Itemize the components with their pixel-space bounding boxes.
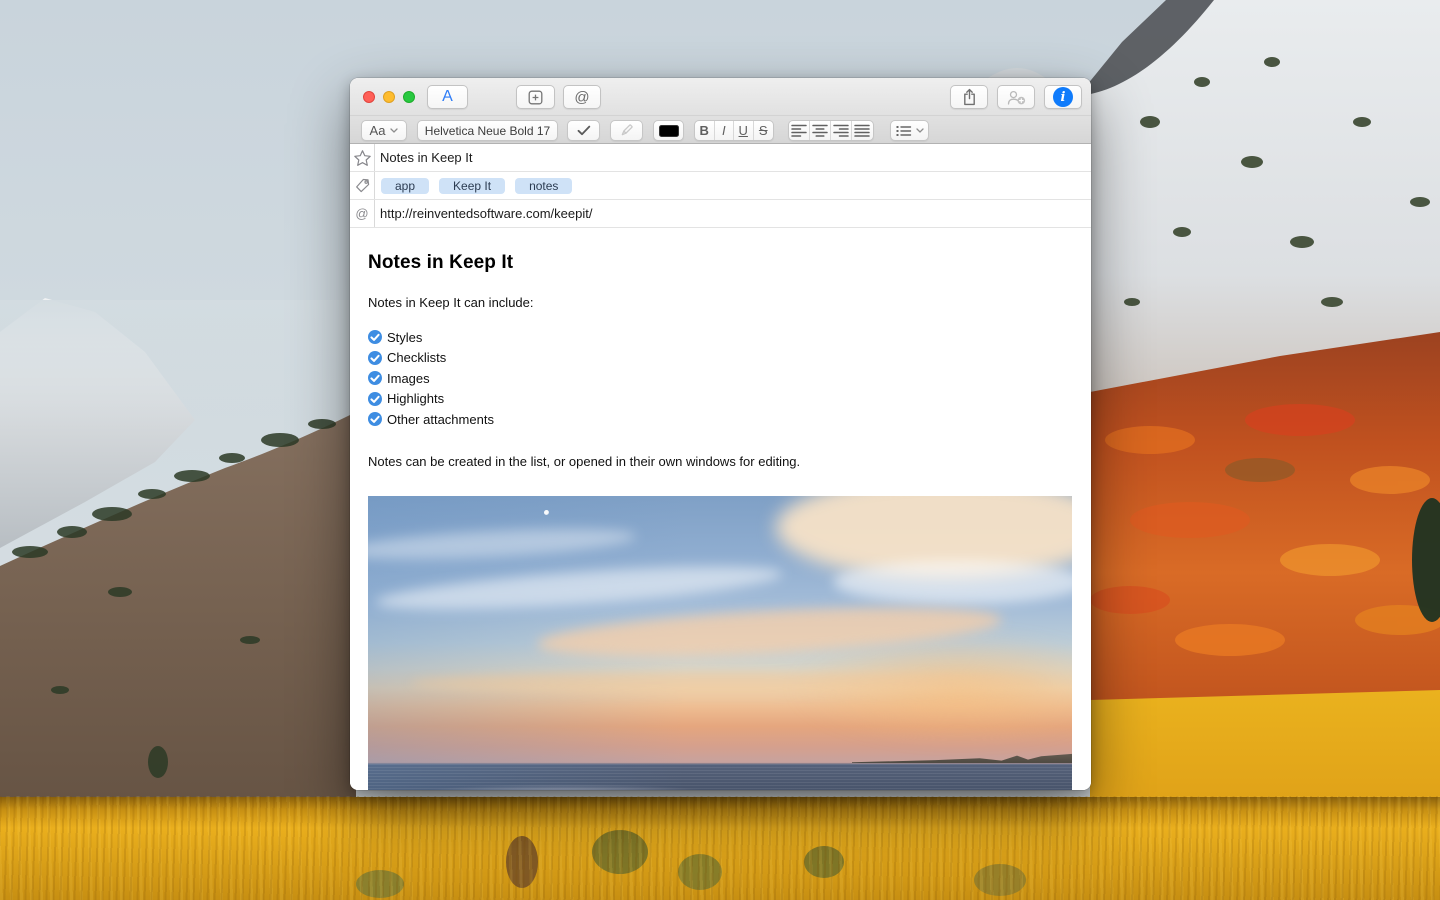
align-right-icon [833, 124, 849, 137]
strikethrough-button[interactable]: S [754, 121, 773, 140]
note-heading: Notes in Keep It [368, 252, 1071, 274]
favorite-gutter [350, 144, 375, 171]
underline-button[interactable]: U [734, 121, 754, 140]
align-right-button[interactable] [831, 121, 852, 140]
note-window: A @ [350, 78, 1091, 790]
photo-moon [544, 510, 549, 515]
desktop: A @ [0, 0, 1440, 900]
align-justify-button[interactable] [852, 121, 873, 140]
align-center-icon [812, 124, 828, 137]
url-gutter: @ [350, 200, 375, 227]
checklist-item: Other attachments [368, 409, 1071, 430]
checklist-label: Checklists [387, 350, 446, 365]
checklist-button[interactable] [567, 120, 600, 141]
marker-icon [619, 123, 634, 138]
color-swatch [659, 125, 679, 137]
toolbar-right-cluster: i [950, 85, 1082, 109]
tag-pill[interactable]: Keep It [439, 178, 505, 194]
align-center-button[interactable] [810, 121, 831, 140]
foliage-texture [0, 796, 1440, 900]
checklist-item: Checklists [368, 348, 1071, 369]
attachment-image[interactable] [368, 496, 1072, 791]
tag-pill[interactable]: app [381, 178, 429, 194]
checklist-item: Styles [368, 327, 1071, 348]
info-button[interactable]: i [1044, 85, 1082, 109]
share-icon [962, 88, 977, 106]
note-intro: Notes in Keep It can include: [368, 295, 1071, 310]
checkbox-checked-icon[interactable] [368, 330, 382, 344]
photo-cloud [833, 560, 1072, 605]
info-icon: i [1053, 87, 1073, 107]
new-note-button[interactable] [516, 85, 555, 109]
note-editor[interactable]: Notes in Keep It Notes in Keep It can in… [350, 228, 1091, 790]
text-color-button[interactable] [653, 120, 684, 141]
checklist-label: Styles [387, 330, 422, 345]
note-paragraph: Notes can be created in the list, or ope… [368, 454, 1071, 469]
add-contact-icon [1007, 90, 1026, 105]
checklist-label: Other attachments [387, 412, 494, 427]
checklist-item: Highlights [368, 389, 1071, 410]
close-button[interactable] [363, 91, 375, 103]
align-left-button[interactable] [789, 121, 810, 140]
window-chrome: A @ [350, 78, 1091, 144]
mention-button[interactable]: @ [563, 85, 601, 109]
alignment-group [788, 120, 874, 141]
font-name-field[interactable]: Helvetica Neue Bold 17 [417, 120, 558, 141]
at-icon: @ [355, 206, 368, 221]
checklist-label: Highlights [387, 391, 444, 406]
chevron-down-icon [390, 128, 398, 133]
title-row: Notes in Keep It [350, 144, 1091, 172]
align-justify-icon [854, 124, 870, 137]
minimize-button[interactable] [383, 91, 395, 103]
bullet-list-icon [895, 125, 912, 137]
photo-cloud [410, 672, 1044, 694]
url-row: @ http://reinventedsoftware.com/keepit/ [350, 200, 1091, 228]
new-note-icon [528, 90, 543, 105]
share-button[interactable] [950, 85, 988, 109]
checkbox-checked-icon[interactable] [368, 371, 382, 385]
chevron-down-icon [916, 128, 924, 133]
note-meta: Notes in Keep It app Keep It notes @ [350, 144, 1091, 228]
text-style-group: B I U S [694, 120, 774, 141]
align-left-icon [791, 124, 807, 137]
format-panel-button[interactable]: A [427, 85, 468, 109]
fonts-label: Aa [370, 123, 386, 138]
tag-gutter [350, 172, 375, 199]
list-style-dropdown[interactable] [890, 120, 929, 141]
checkbox-checked-icon[interactable] [368, 412, 382, 426]
add-contact-button[interactable] [997, 85, 1035, 109]
checklist: Styles Checklists Images [368, 327, 1071, 430]
highlight-button[interactable] [610, 120, 643, 141]
tag-icon [354, 177, 371, 194]
font-name-value: Helvetica Neue Bold 17 [425, 124, 550, 138]
italic-button[interactable]: I [715, 121, 735, 140]
checklist-item: Images [368, 368, 1071, 389]
bold-button[interactable]: B [695, 121, 715, 140]
tag-pill[interactable]: notes [515, 178, 572, 194]
format-panel-label: A [442, 88, 453, 106]
tag-list: app Keep It notes [375, 178, 572, 194]
star-icon[interactable] [353, 149, 372, 167]
checkmark-icon [577, 125, 591, 136]
tags-row: app Keep It notes [350, 172, 1091, 200]
checklist-label: Images [387, 371, 430, 386]
titlebar[interactable]: A @ [350, 78, 1091, 116]
zoom-button[interactable] [403, 91, 415, 103]
format-bar: Aa Helvetica Neue Bold 17 [350, 117, 1091, 144]
mention-label: @ [574, 89, 589, 106]
checkbox-checked-icon[interactable] [368, 392, 382, 406]
fonts-dropdown[interactable]: Aa [361, 120, 407, 141]
note-title-field[interactable]: Notes in Keep It [375, 150, 473, 165]
note-url-field[interactable]: http://reinventedsoftware.com/keepit/ [375, 206, 592, 221]
checkbox-checked-icon[interactable] [368, 351, 382, 365]
